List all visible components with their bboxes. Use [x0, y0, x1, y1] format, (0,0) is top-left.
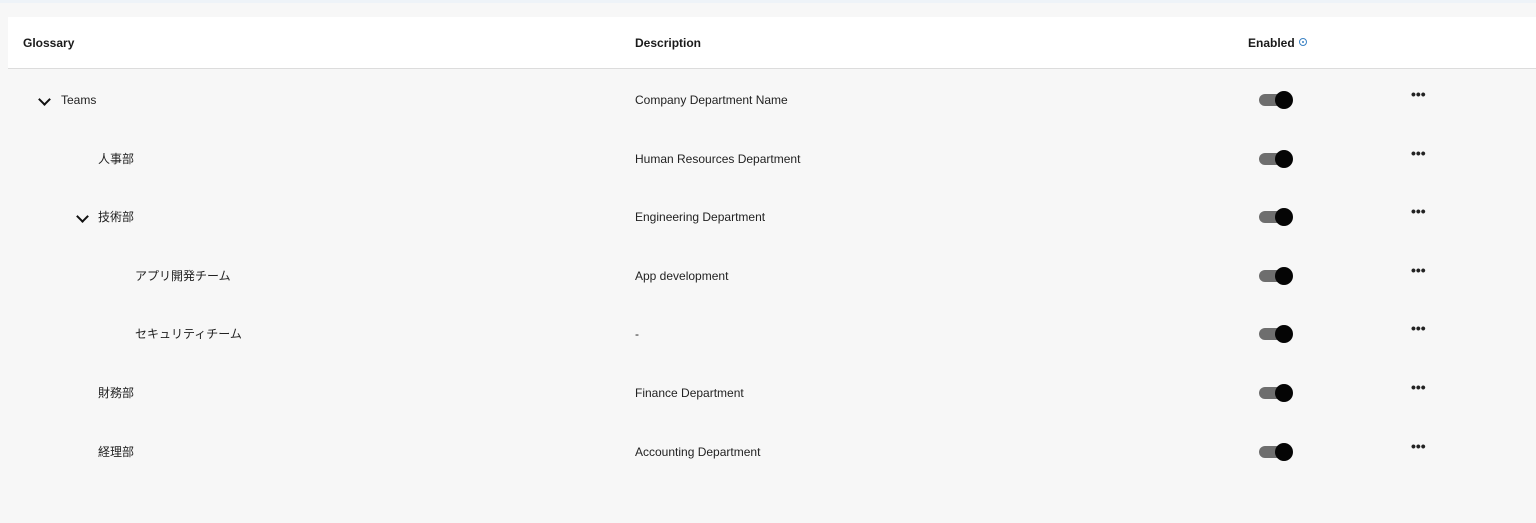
- glossary-term-label[interactable]: アプリ開発チーム: [135, 246, 231, 306]
- toggle-knob: [1275, 266, 1293, 285]
- column-header-glossary[interactable]: Glossary: [23, 17, 74, 68]
- glossary-name-cell: 経理部: [8, 422, 608, 480]
- more-horizontal-icon[interactable]: •••: [1411, 87, 1426, 101]
- glossary-name-cell: セキュリティチーム: [8, 304, 608, 362]
- table-row[interactable]: Teams Company Department Name •••: [8, 70, 1536, 129]
- glossary-name-cell: 人事部: [8, 129, 608, 187]
- glossary-term-label[interactable]: Teams: [61, 70, 96, 130]
- glossary-table: Glossary Description Enabled Teams Compan…: [8, 17, 1536, 480]
- more-horizontal-icon[interactable]: •••: [1411, 321, 1426, 335]
- chevron-down-icon[interactable]: [76, 210, 89, 224]
- column-header-enabled-label: Enabled: [1248, 36, 1295, 50]
- description-cell: Engineering Department: [635, 210, 766, 225]
- column-header-enabled[interactable]: Enabled: [1248, 17, 1307, 68]
- toggle-knob: [1275, 149, 1293, 168]
- table-header: Glossary Description Enabled: [8, 17, 1536, 69]
- glossary-term-label[interactable]: 経理部: [98, 422, 134, 482]
- glossary-term-label[interactable]: 財務部: [98, 363, 134, 423]
- more-horizontal-icon[interactable]: •••: [1411, 380, 1426, 394]
- description-cell: Finance Department: [635, 385, 744, 400]
- glossary-term-label[interactable]: セキュリティチーム: [135, 304, 242, 364]
- toggle-knob: [1275, 91, 1293, 109]
- table-row[interactable]: 財務部 Finance Department •••: [8, 363, 1536, 422]
- glossary-name-cell: Teams: [8, 70, 608, 128]
- info-icon[interactable]: [1298, 38, 1307, 46]
- toggle-knob: [1275, 383, 1293, 402]
- glossary-name-cell: アプリ開発チーム: [8, 246, 608, 304]
- more-horizontal-icon[interactable]: •••: [1411, 439, 1426, 453]
- toggle-knob: [1275, 208, 1293, 227]
- enabled-toggle[interactable]: [1259, 325, 1293, 344]
- chevron-down-icon[interactable]: [38, 93, 51, 106]
- glossary-term-label[interactable]: 人事部: [98, 129, 134, 189]
- table-row[interactable]: 人事部 Human Resources Department •••: [8, 129, 1536, 188]
- enabled-toggle[interactable]: [1259, 149, 1293, 168]
- glossary-name-cell: 財務部: [8, 363, 608, 421]
- enabled-toggle[interactable]: [1259, 266, 1293, 285]
- description-cell: -: [635, 327, 639, 342]
- enabled-toggle[interactable]: [1259, 208, 1293, 227]
- table-row[interactable]: 経理部 Accounting Department •••: [8, 422, 1536, 481]
- table-body: Teams Company Department Name ••• 人事部 Human …: [8, 70, 1536, 480]
- glossary-term-label[interactable]: 技術部: [98, 187, 134, 247]
- description-cell: Accounting Department: [635, 444, 761, 459]
- enabled-toggle[interactable]: [1259, 91, 1293, 109]
- description-cell: Human Resources Department: [635, 151, 801, 166]
- more-horizontal-icon[interactable]: •••: [1411, 146, 1426, 160]
- table-row[interactable]: セキュリティチーム - •••: [8, 304, 1536, 363]
- description-cell: Company Department Name: [635, 93, 788, 107]
- table-row[interactable]: アプリ開発チーム App development •••: [8, 246, 1536, 305]
- table-row[interactable]: 技術部 Engineering Department •••: [8, 187, 1536, 246]
- top-strip: [0, 0, 1536, 3]
- toggle-knob: [1275, 442, 1293, 461]
- description-cell: App development: [635, 268, 729, 283]
- more-horizontal-icon[interactable]: •••: [1411, 204, 1426, 218]
- more-horizontal-icon[interactable]: •••: [1411, 263, 1426, 277]
- toggle-knob: [1275, 325, 1293, 344]
- enabled-toggle[interactable]: [1259, 383, 1293, 402]
- enabled-toggle[interactable]: [1259, 442, 1293, 461]
- glossary-name-cell: 技術部: [8, 187, 608, 245]
- column-header-description[interactable]: Description: [635, 17, 701, 68]
